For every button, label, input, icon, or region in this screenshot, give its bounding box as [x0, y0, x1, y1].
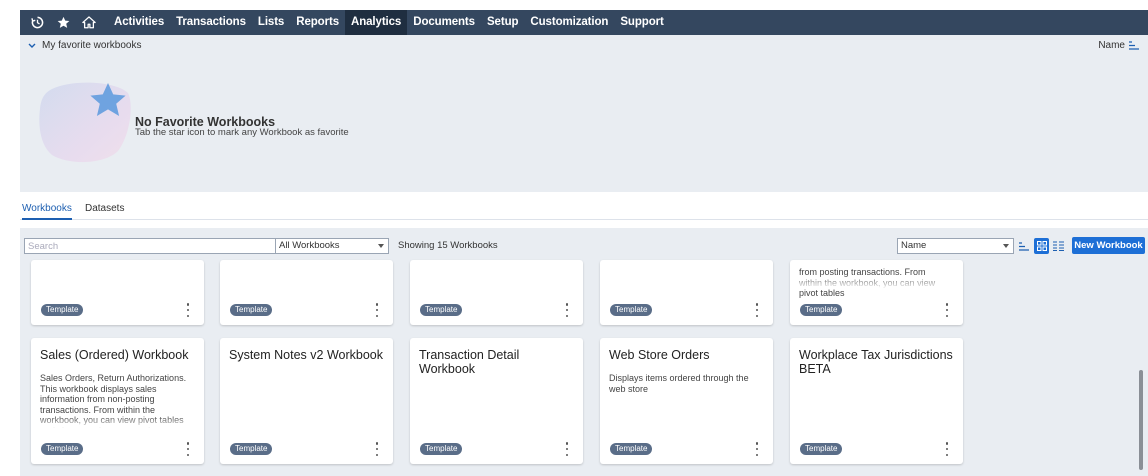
list-view-button[interactable] [1051, 238, 1066, 254]
more-options-icon[interactable] [375, 442, 379, 456]
grid-view-icon [1036, 241, 1047, 251]
workbook-description: Displays items ordered through the web s… [609, 373, 749, 394]
template-badge: Template [230, 443, 273, 455]
description-fade [790, 275, 963, 289]
workbook-card[interactable]: from posting transactions. From within t… [790, 260, 963, 325]
nav-activities[interactable]: Activities [108, 10, 170, 35]
vertical-scrollbar[interactable] [1139, 370, 1143, 470]
sort-icon [1129, 41, 1139, 50]
favorites-toggle[interactable]: My favorite workbooks [28, 40, 141, 51]
workbook-title: Workplace Tax Jurisdictions BETA [799, 348, 953, 376]
empty-favorites-illustration [39, 82, 131, 163]
template-badge: Template [230, 304, 273, 316]
sort-order-button[interactable] [1018, 238, 1030, 254]
chevron-down-icon [378, 244, 384, 248]
workbook-card[interactable]: Template [31, 260, 204, 325]
more-options-icon[interactable] [186, 442, 190, 456]
workbooks-content: All Workbooks Showing 15 Workbooks Name … [20, 228, 1148, 476]
recent-icon[interactable] [26, 10, 48, 35]
workbook-card[interactable]: Workplace Tax Jurisdictions BETA Templat… [790, 338, 963, 464]
more-options-icon[interactable] [375, 303, 379, 317]
sort-select[interactable]: Name [897, 238, 1014, 254]
workbook-count: Showing 15 Workbooks [398, 240, 498, 251]
template-badge: Template [41, 304, 84, 316]
nav-lists[interactable]: Lists [252, 10, 290, 35]
list-view-icon [1053, 241, 1064, 251]
template-badge: Template [610, 443, 653, 455]
favorites-sort-label: Name [1098, 40, 1125, 51]
nav-documents[interactable]: Documents [407, 10, 481, 35]
new-workbook-button[interactable]: New Workbook [1072, 237, 1145, 254]
more-options-icon[interactable] [945, 442, 949, 456]
nav-setup[interactable]: Setup [481, 10, 524, 35]
more-options-icon[interactable] [755, 303, 759, 317]
nav-transactions[interactable]: Transactions [170, 10, 252, 35]
workbook-card[interactable]: Web Store Orders Displays items ordered … [600, 338, 773, 464]
home-icon[interactable] [78, 10, 100, 35]
search-field[interactable] [24, 238, 291, 254]
favorites-panel: My favorite workbooks Name No Favorite W… [20, 35, 1148, 192]
more-options-icon[interactable] [755, 442, 759, 456]
template-badge: Template [610, 304, 653, 316]
nav-support[interactable]: Support [614, 10, 669, 35]
tab-workbooks[interactable]: Workbooks [22, 192, 72, 220]
chevron-down-icon [28, 43, 36, 48]
workbook-card[interactable]: Sales (Ordered) Workbook Sales Orders, R… [31, 338, 204, 464]
more-options-icon[interactable] [565, 303, 569, 317]
workbook-title: Web Store Orders [609, 348, 710, 362]
favorites-sort[interactable]: Name [1098, 40, 1140, 51]
tab-datasets[interactable]: Datasets [85, 192, 124, 220]
more-options-icon[interactable] [186, 303, 190, 317]
template-badge: Template [41, 443, 84, 455]
sort-icon [1019, 241, 1029, 251]
nav-customization[interactable]: Customization [524, 10, 614, 35]
template-badge: Template [800, 304, 843, 316]
workbook-title: Transaction Detail Workbook [419, 348, 520, 376]
workbook-filter-select[interactable]: All Workbooks [275, 238, 389, 254]
favorites-header: My favorite workbooks [42, 40, 142, 51]
workbook-card[interactable]: Transaction Detail Workbook Template [410, 338, 583, 464]
nav-reports[interactable]: Reports [290, 10, 345, 35]
workbook-title: Sales (Ordered) Workbook [40, 348, 189, 362]
template-badge: Template [420, 304, 463, 316]
workbook-card[interactable]: System Notes v2 Workbook Template [220, 338, 393, 464]
workbook-card[interactable]: Template [600, 260, 773, 325]
workbooks-toolbar: All Workbooks Showing 15 Workbooks Name … [20, 237, 1148, 254]
left-margin [0, 0, 20, 476]
empty-favorites-subtitle: Tab the star icon to mark any Workbook a… [135, 127, 349, 138]
workbook-title: System Notes v2 Workbook [229, 348, 383, 362]
workbook-card[interactable]: Template [410, 260, 583, 325]
nav-analytics[interactable]: Analytics [345, 10, 408, 35]
sort-value: Name [901, 240, 927, 251]
more-options-icon[interactable] [565, 442, 569, 456]
workbook-filter-value: All Workbooks [279, 240, 340, 251]
app-frame: Activities Transactions Lists Reports An… [0, 0, 1148, 476]
description-fade [31, 416, 204, 430]
top-nav: Activities Transactions Lists Reports An… [20, 10, 1148, 35]
workbook-card[interactable]: Template [220, 260, 393, 325]
more-options-icon[interactable] [945, 303, 949, 317]
grid-view-button[interactable] [1034, 238, 1049, 254]
template-badge: Template [420, 443, 463, 455]
chevron-down-icon [1003, 244, 1009, 248]
template-badge: Template [800, 443, 843, 455]
star-icon[interactable] [52, 10, 74, 35]
workbook-tabs: Workbooks Datasets [20, 192, 1148, 220]
search-input[interactable] [25, 239, 265, 253]
